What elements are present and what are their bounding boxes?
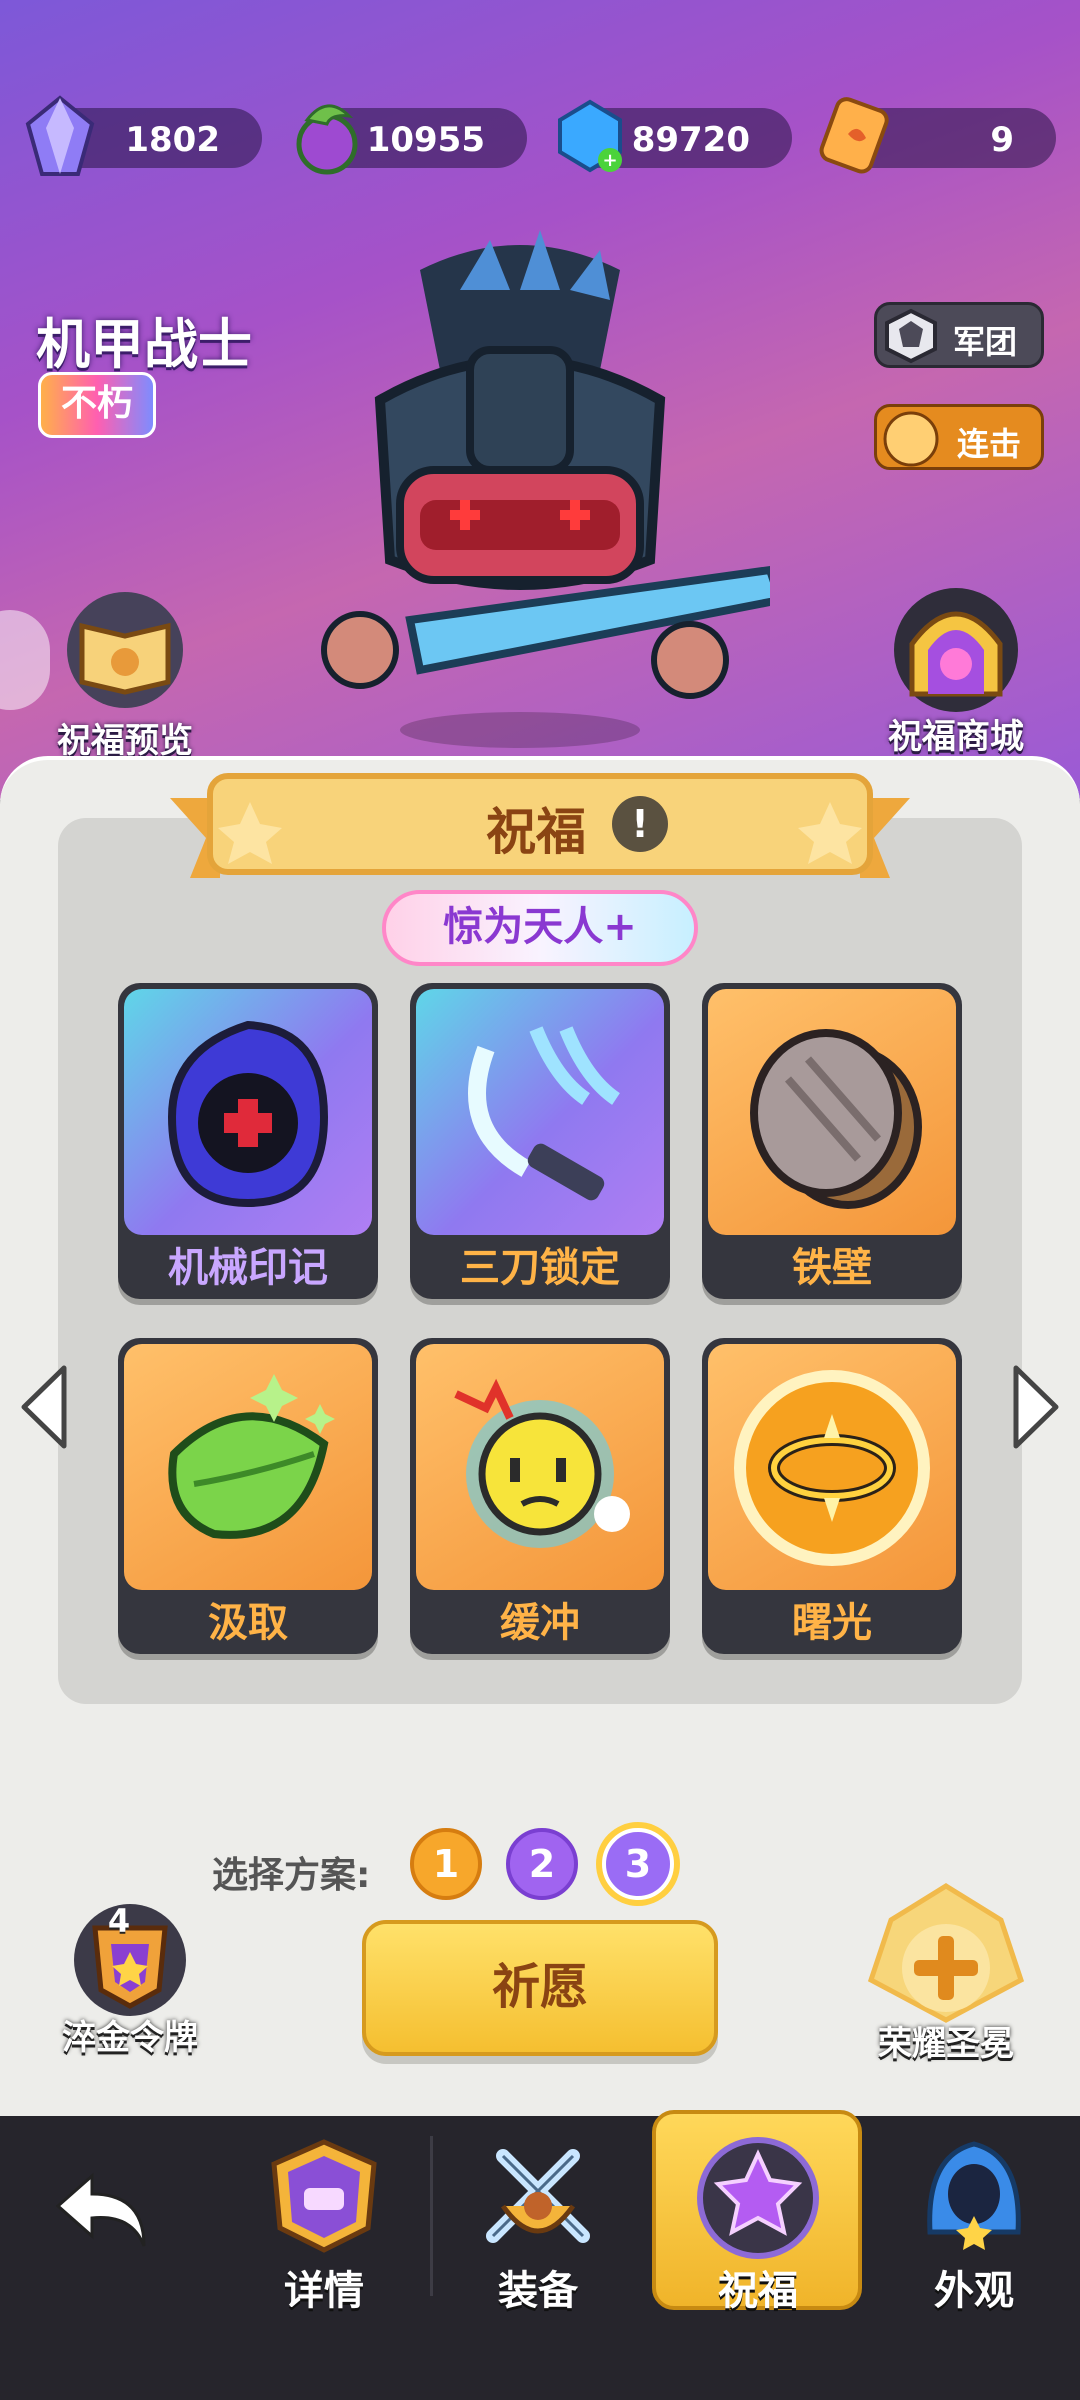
card-face <box>416 989 664 1235</box>
plan-number: 2 <box>528 1842 556 1886</box>
token-button[interactable]: 4 淬金令牌 <box>40 1898 220 2058</box>
token-count: 4 <box>107 1902 131 1940</box>
card-face <box>416 1344 664 1590</box>
currency-gem[interactable]: + 89720 <box>558 99 792 173</box>
card-label: 三刀锁定 <box>460 1245 620 1291</box>
nav-tab-equipment[interactable]: 装备 <box>448 2136 628 2316</box>
plan-option-1[interactable]: 1 <box>410 1828 482 1900</box>
bless-card-triple-blade[interactable]: 三刀锁定 <box>410 983 670 1299</box>
legion-label: 军团 <box>953 323 1018 361</box>
card-face <box>124 989 372 1235</box>
quality-label: 惊为天人+ <box>443 904 637 950</box>
prev-page-arrow[interactable] <box>16 1362 72 1452</box>
green-potion-icon <box>296 104 358 175</box>
combo-button[interactable]: 连击 <box>874 404 1044 470</box>
card-label: 铁壁 <box>792 1245 872 1291</box>
purple-crystal-icon <box>25 95 95 176</box>
dawn-halo-icon <box>734 1370 930 1566</box>
card-label: 曙光 <box>792 1600 872 1646</box>
leaf-drain-icon <box>168 1374 335 1539</box>
nav-divider <box>430 2136 433 2296</box>
currency-scroll[interactable]: 9 <box>819 97 1056 174</box>
bless-card-iron-wall[interactable]: 铁壁 <box>702 983 962 1299</box>
mech-mark-icon <box>167 1020 329 1208</box>
bless-info-button[interactable]: ! <box>612 796 668 852</box>
card-label: 缓冲 <box>500 1600 580 1646</box>
bless-card-dawn[interactable]: 曙光 <box>702 1338 962 1654</box>
nav-tab-details[interactable]: 详情 <box>234 2136 414 2316</box>
card-label: 机械印记 <box>168 1245 328 1291</box>
back-arrow-icon[interactable] <box>52 2166 152 2256</box>
helmet-icon <box>271 2139 377 2253</box>
bless-preview-label: 祝福预览 <box>57 721 193 761</box>
plan-number: 1 <box>432 1842 460 1886</box>
hood-icon <box>927 2141 1021 2250</box>
token-label: 淬金令牌 <box>62 2018 198 2058</box>
currency-crystal[interactable]: 1802 <box>25 95 262 176</box>
plan-number: 3 <box>624 1842 652 1886</box>
bless-card-drain[interactable]: 汲取 <box>118 1338 378 1654</box>
mech-warrior-character <box>321 230 770 748</box>
info-icon: ! <box>631 802 649 846</box>
portal-shop-icon <box>894 588 1018 712</box>
potion-amount: 10955 <box>366 120 485 160</box>
next-page-arrow[interactable] <box>1008 1362 1064 1452</box>
hero-rank-badge: 不朽 <box>38 372 156 438</box>
nav-label: 装备 <box>498 2268 578 2314</box>
card-label: 汲取 <box>208 1600 288 1646</box>
crescent-icon <box>883 411 939 467</box>
iron-shield-icon <box>750 1029 922 1209</box>
currency-potion[interactable]: 10955 <box>296 104 527 175</box>
bless-preview-button[interactable]: 祝福预览 <box>40 590 210 762</box>
svg-text:+: + <box>602 150 617 171</box>
legion-button[interactable]: 军团 <box>874 302 1044 368</box>
glory-crown-icon <box>867 1883 1025 2023</box>
nav-label: 详情 <box>284 2268 364 2314</box>
pray-label: 祈愿 <box>491 1959 588 2015</box>
nav-tab-appearance[interactable]: 外观 <box>884 2136 1064 2316</box>
hero-name: 机甲战士 <box>36 313 252 376</box>
bless-card-buffer[interactable]: 缓冲 <box>410 1338 670 1654</box>
legion-crest-icon <box>885 308 937 364</box>
combo-label: 连击 <box>957 425 1022 463</box>
blue-gem-plus-icon: + <box>558 99 622 173</box>
card-face <box>708 989 956 1235</box>
plan-option-2[interactable]: 2 <box>506 1828 578 1900</box>
plan-option-3[interactable]: 3 <box>602 1828 674 1900</box>
bless-card-mech-mark[interactable]: 机械印记 <box>118 983 378 1299</box>
gem-amount: 89720 <box>631 120 750 160</box>
open-book-icon <box>67 592 183 708</box>
pray-button[interactable]: 祈愿 <box>362 1920 718 2056</box>
crystal-amount: 1802 <box>125 120 220 160</box>
bless-quality-badge: 惊为天人+ <box>382 890 698 966</box>
star-badge-icon <box>697 2137 819 2259</box>
scroll-amount: 9 <box>990 120 1014 160</box>
triple-blade-icon <box>468 1026 621 1201</box>
orange-scroll-icon <box>819 97 889 174</box>
crossed-swords-icon <box>486 2149 590 2243</box>
bless-shop-label: 祝福商城 <box>888 717 1024 757</box>
nav-label: 外观 <box>934 2268 1014 2314</box>
buffer-face-icon <box>454 1378 630 1548</box>
nav-tab-bless[interactable]: 祝福 <box>668 2136 848 2316</box>
glory-crown-button[interactable]: 荣耀圣冕 <box>846 1880 1046 2064</box>
plan-label: 选择方案: <box>212 1855 371 1896</box>
card-face <box>708 1344 956 1590</box>
bless-shop-button[interactable]: 祝福商城 <box>866 584 1046 758</box>
nav-label: 祝福 <box>718 2268 798 2314</box>
card-face <box>124 1344 372 1590</box>
bless-title: 祝福 <box>486 803 586 861</box>
